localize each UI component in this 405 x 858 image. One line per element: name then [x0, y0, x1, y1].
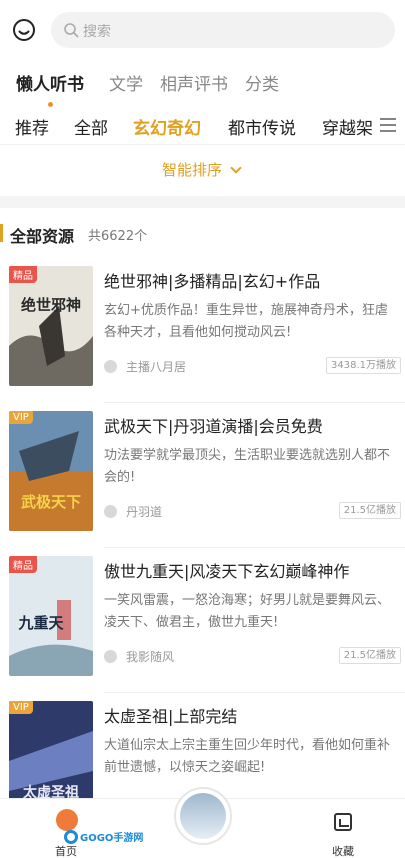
list-item[interactable]: 绝世邪神 精品 绝世邪神|多播精品|玄幻+作品 玄幻+优质作品！重生异世，施展神…: [0, 258, 405, 403]
anchor-info: 主播八月居: [104, 358, 186, 374]
category-tabs: 推荐 全部 玄幻奇幻 都市传说 穿越架: [0, 108, 405, 144]
anchor-info: 我影随风: [104, 648, 174, 664]
tab-dushi[interactable]: 都市传说: [228, 114, 296, 139]
chevron-down-icon: [230, 162, 242, 174]
app: 搜索 懒人听书 文学 相声评书 分类 推荐 全部 玄幻奇幻 都市传说 穿越架 智…: [0, 0, 405, 858]
badge-jingpin: 精品: [9, 266, 37, 283]
badge-vip: VIP: [9, 411, 33, 424]
nav-favorites-label: 收藏: [332, 845, 354, 858]
badge-jingpin: 精品: [9, 556, 37, 573]
book-description: 大道仙宗太上宗主重生回少年时代，看他如何重补前世遗憾，以惊天之姿崛起!: [104, 738, 391, 775]
section-divider: [0, 196, 405, 208]
anchor-icon: [104, 505, 117, 518]
bottom-nav: 首页 GOGO手游网 收藏: [0, 787, 405, 858]
badge-vip: VIP: [9, 701, 33, 714]
anchor-name: 主播八月居: [126, 360, 187, 374]
book-title: 太虚圣祖|上部完结: [104, 707, 238, 726]
home-icon: [56, 809, 78, 831]
watermark-logo: GOGO手游网: [64, 829, 143, 844]
main-tabs: 懒人听书 文学 相声评书 分类: [0, 64, 405, 107]
anchor-name: 我影随风: [126, 650, 175, 664]
player-cover: [180, 793, 226, 839]
book-description: 功法要学就学最顶尖，生活职业要选就选别人都不会的!: [104, 448, 391, 485]
tab-crosstalk[interactable]: 相声评书: [160, 70, 228, 95]
list-item[interactable]: 九重天 精品 傲世九重天|风凌天下玄幻巅峰神作 一笑风雷震，一怒沧海寒；好男儿就…: [0, 548, 405, 693]
sort-bar: 智能排序: [0, 144, 405, 196]
tab-label: 懒人听书: [16, 75, 84, 95]
book-title: 傲世九重天|风凌天下玄幻巅峰神作: [104, 562, 350, 581]
cover-title: 武极天下: [21, 493, 81, 511]
nav-favorites[interactable]: 收藏: [326, 807, 362, 858]
tab-label: 分类: [245, 75, 279, 95]
book-title: 武极天下|丹羽道演播|会员免费: [104, 417, 323, 436]
cover-title: 九重天: [17, 614, 64, 632]
watermark-text: GOGO手游网: [80, 833, 144, 844]
top-bar: 搜索: [0, 0, 405, 60]
resources-title: 全部资源: [10, 227, 75, 246]
list-item[interactable]: 武极天下 VIP 武极天下|丹羽道演播|会员免费 功法要学就学最顶尖，生活职业要…: [0, 403, 405, 548]
play-count: 21.5亿播放: [338, 647, 401, 664]
bookmark-icon: [334, 813, 352, 831]
sort-label: 智能排序: [162, 161, 223, 179]
book-cover[interactable]: 九重天 精品: [9, 556, 93, 676]
tab-chuanyue[interactable]: 穿越架: [322, 114, 373, 139]
search-icon: [63, 22, 79, 38]
player-button[interactable]: [174, 787, 232, 845]
play-count: 3438.1万播放: [326, 357, 401, 374]
book-cover[interactable]: 绝世邪神 精品: [9, 266, 93, 386]
tab-lanren[interactable]: 懒人听书: [16, 70, 84, 107]
anchor-name: 丹羽道: [126, 505, 163, 519]
anchor-info: 丹羽道: [104, 503, 162, 519]
search-box[interactable]: 搜索: [51, 12, 395, 48]
book-description: 玄幻+优质作品！重生异世，施展神奇丹术，狂虐各种天才，且看他如何搅动风云!: [104, 303, 388, 340]
cover-title: 绝世邪神: [21, 296, 81, 314]
book-cover[interactable]: 武极天下 VIP: [9, 411, 93, 531]
tab-recommend[interactable]: 推荐: [15, 114, 49, 139]
tab-category[interactable]: 分类: [245, 70, 279, 95]
tab-all[interactable]: 全部: [74, 114, 108, 139]
section-marker: [0, 224, 3, 242]
nav-home-label: 首页: [55, 845, 77, 858]
resources-header: 全部资源 共6622个: [0, 218, 405, 248]
search-placeholder: 搜索: [83, 24, 111, 40]
tab-label: 相声评书: [160, 75, 228, 95]
book-description: 一笑风雷震，一怒沧海寒；好男儿就是要舞风云、凌天下、做君主，傲世九重天!: [104, 593, 391, 630]
anchor-icon: [104, 650, 117, 663]
anchor-icon: [104, 360, 117, 373]
tab-literature[interactable]: 文学: [109, 70, 143, 95]
play-count: 21.5亿播放: [338, 502, 401, 519]
resources-count: 共6622个: [88, 229, 148, 244]
menu-icon[interactable]: [379, 116, 397, 134]
tab-xuanhuan[interactable]: 玄幻奇幻: [133, 114, 201, 139]
watermark-icon: [64, 830, 78, 844]
sort-button[interactable]: 智能排序: [162, 159, 242, 180]
profile-smile-icon[interactable]: [12, 18, 36, 42]
tab-label: 文学: [109, 75, 143, 95]
book-title: 绝世邪神|多播精品|玄幻+作品: [104, 272, 321, 291]
active-tab-dot: [48, 102, 53, 107]
